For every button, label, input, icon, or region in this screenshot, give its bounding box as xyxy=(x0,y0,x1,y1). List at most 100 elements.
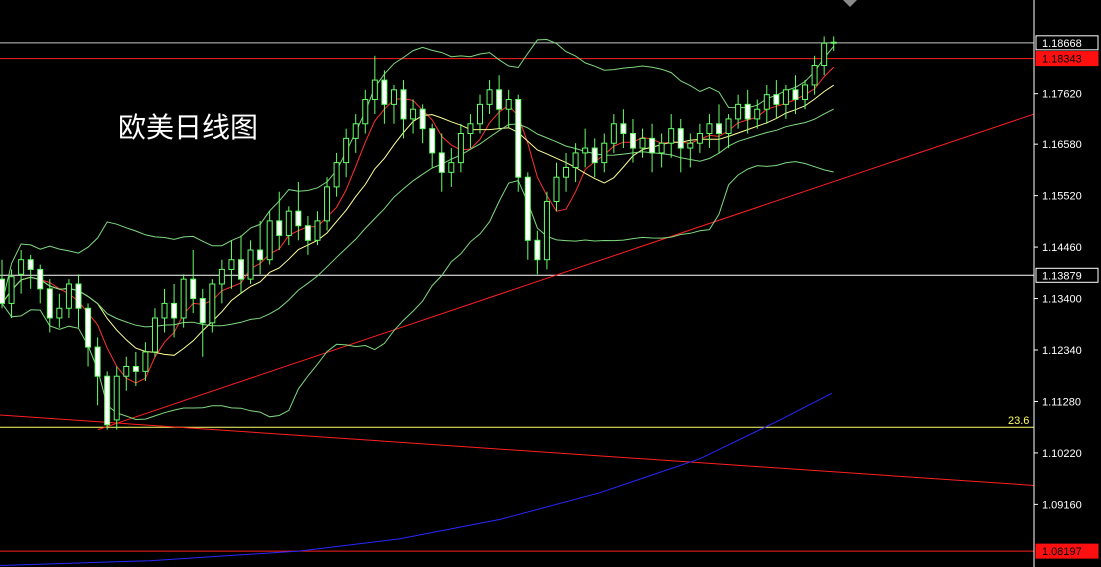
candles-layer xyxy=(0,36,837,430)
candle-body xyxy=(324,186,331,222)
candle xyxy=(266,211,273,265)
candle-body xyxy=(304,225,311,241)
candle-body xyxy=(190,278,197,300)
candle xyxy=(668,114,675,158)
bollinger-upper xyxy=(1,38,835,304)
candle-body xyxy=(400,89,407,120)
candle xyxy=(716,104,722,153)
candle-body xyxy=(639,137,646,149)
candle-body xyxy=(649,137,656,154)
candle-body xyxy=(601,142,608,164)
candle xyxy=(151,308,158,357)
candle xyxy=(362,89,369,134)
candle-body xyxy=(763,94,770,110)
candle xyxy=(410,99,417,134)
candle xyxy=(94,337,101,406)
candle xyxy=(209,279,216,333)
candle xyxy=(419,104,426,144)
candle-body xyxy=(419,108,426,130)
candle xyxy=(381,70,388,124)
candle-body xyxy=(132,366,139,372)
candle xyxy=(352,114,359,153)
candle-body xyxy=(228,259,235,270)
candle-body xyxy=(515,99,522,178)
candle xyxy=(486,80,493,115)
candle-body xyxy=(677,128,684,149)
candle-body xyxy=(142,351,149,372)
chart-title: 欧美日线图 xyxy=(118,111,259,144)
candle-body xyxy=(352,123,359,139)
candle xyxy=(56,293,63,328)
y-tick-label: 1.13400 xyxy=(1042,294,1082,306)
candle xyxy=(371,55,378,115)
candle xyxy=(496,75,503,129)
candle-body xyxy=(524,176,531,241)
candle xyxy=(276,191,283,251)
candle xyxy=(333,152,340,197)
candle-body xyxy=(94,346,101,377)
candle-body xyxy=(37,268,44,290)
candle-body xyxy=(505,99,512,110)
candle xyxy=(735,94,742,129)
candle-body xyxy=(285,210,292,236)
candle xyxy=(706,114,713,149)
candle xyxy=(0,259,5,309)
candle xyxy=(65,279,72,318)
candle-body xyxy=(410,108,417,120)
candle xyxy=(563,152,570,192)
candle-body xyxy=(658,142,665,154)
candle xyxy=(649,123,656,173)
candle-body xyxy=(467,123,474,134)
candle xyxy=(390,84,397,124)
candle-body xyxy=(343,137,350,164)
price-tag-label: 1.08197 xyxy=(1042,546,1082,558)
candle-body xyxy=(744,103,751,120)
candle-body xyxy=(390,89,397,105)
candle-body xyxy=(151,317,158,353)
candle xyxy=(429,123,436,168)
candle xyxy=(677,118,684,173)
candle xyxy=(8,269,15,318)
candle-body xyxy=(295,210,302,227)
candle xyxy=(304,216,311,255)
candle xyxy=(257,220,264,275)
price-tag-label: 1.18668 xyxy=(1042,38,1082,50)
candle-body xyxy=(706,123,713,134)
y-tick-label: 1.11280 xyxy=(1042,396,1081,408)
candle-body xyxy=(218,268,225,285)
candle xyxy=(104,371,111,430)
candle xyxy=(113,366,120,430)
candle-body xyxy=(65,283,72,309)
candle xyxy=(582,128,589,168)
candle-body xyxy=(716,123,722,134)
candle-body xyxy=(486,89,493,105)
candle-body xyxy=(85,307,92,348)
candle-body xyxy=(333,162,340,188)
candle-body xyxy=(477,103,483,125)
candle-body xyxy=(161,302,168,319)
candle xyxy=(238,235,244,294)
candle xyxy=(524,172,531,260)
candle xyxy=(314,211,321,246)
axis-layer: 1.17620 1.16580 1.15520 1.14460 1.13400 1.123… xyxy=(1008,0,1101,567)
candle-body xyxy=(725,118,732,134)
price-axis-bg xyxy=(1034,0,1101,567)
candle xyxy=(629,118,636,163)
candle-body xyxy=(821,42,828,67)
candle-body xyxy=(438,152,445,173)
candle-body xyxy=(496,89,503,110)
candle-body xyxy=(56,307,63,319)
y-tick-label: 1.09160 xyxy=(1042,499,1082,511)
candle-body xyxy=(696,132,703,144)
candle xyxy=(534,230,541,275)
candle-body xyxy=(0,278,5,304)
y-tick-label: 1.17620 xyxy=(1042,89,1082,101)
candle xyxy=(515,94,522,192)
candle-body xyxy=(773,94,780,105)
candle-body xyxy=(171,302,178,319)
trendline-0 xyxy=(0,414,1035,486)
candle xyxy=(199,288,206,357)
candle xyxy=(591,138,598,178)
candle-body xyxy=(180,278,187,319)
candle xyxy=(228,240,235,289)
